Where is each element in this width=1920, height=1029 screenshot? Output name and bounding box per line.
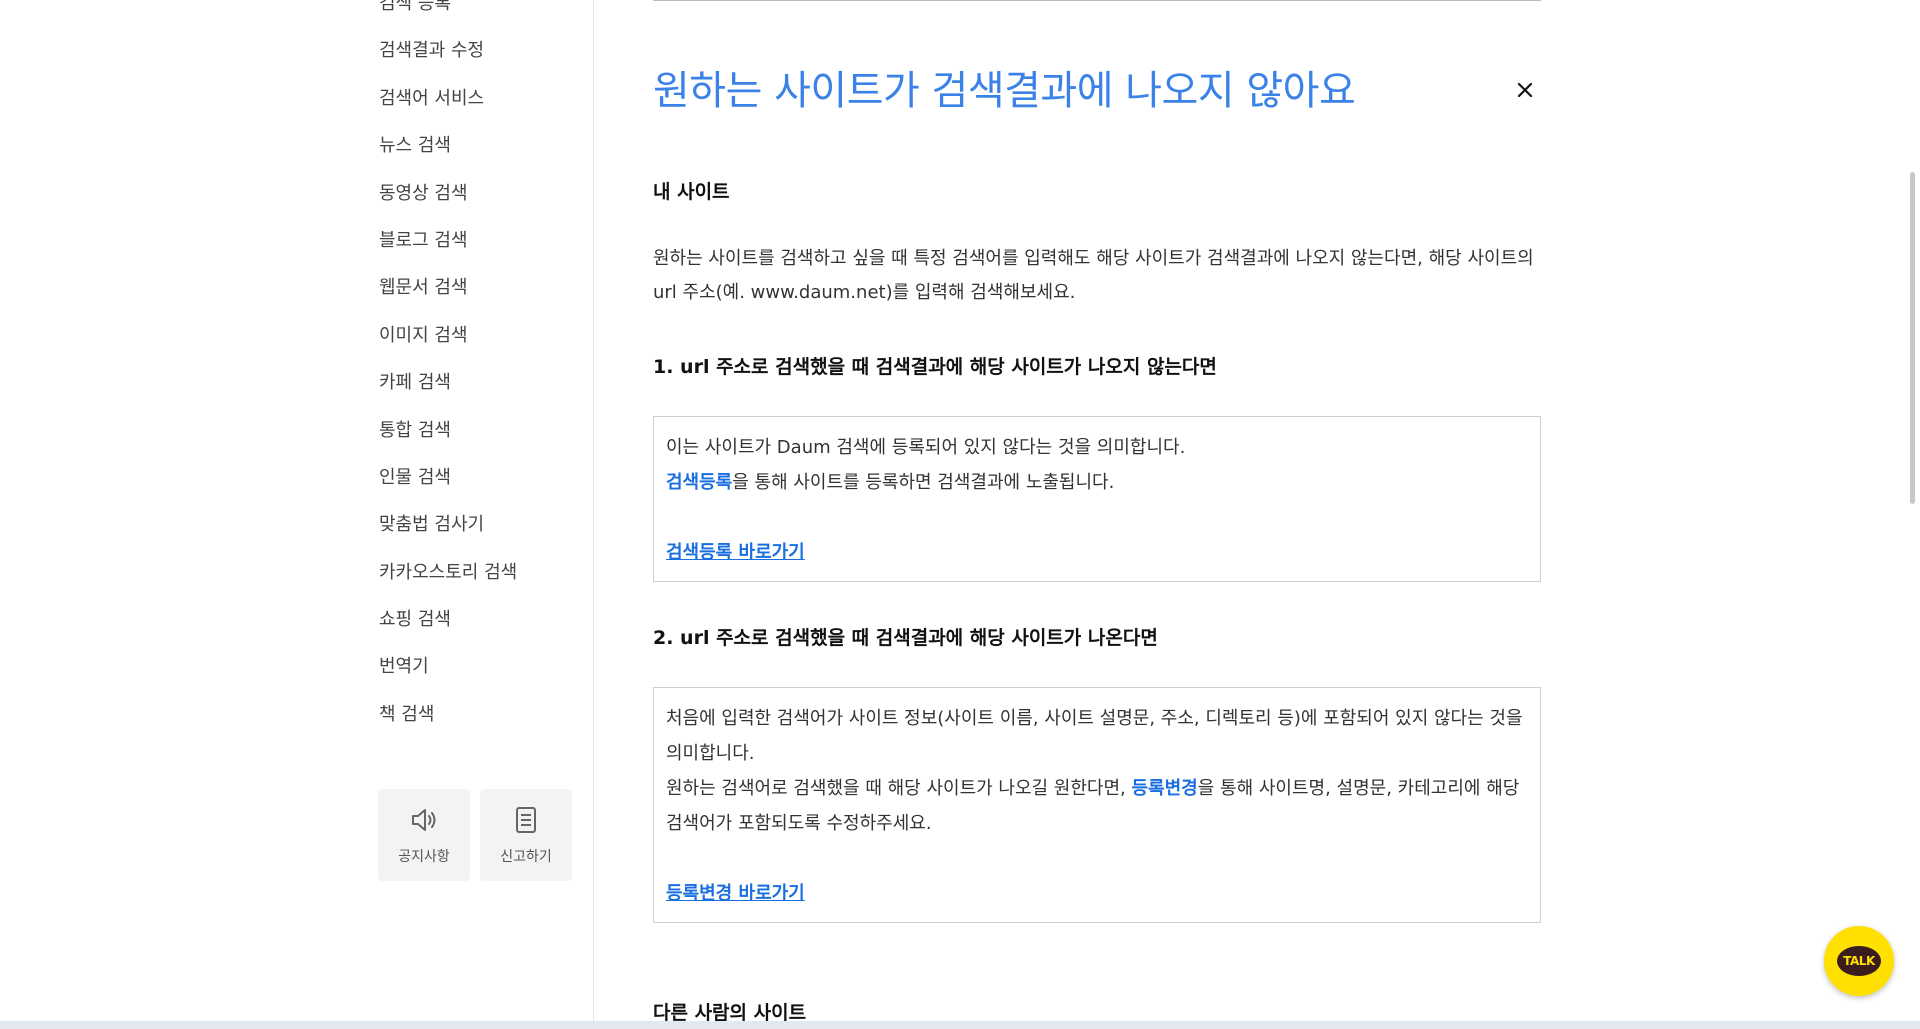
case2-heading: 2. url 주소로 검색했을 때 검색결과에 해당 사이트가 나온다면 [653,627,1158,649]
notice-label: 공지사항 [398,849,450,865]
scrollbar-thumb[interactable] [1910,172,1915,504]
sidebar-item-webdoc-search[interactable]: 웹문서 검색 [379,264,517,311]
talk-label: TALK [1843,954,1875,968]
registration-change-inline-link[interactable]: 등록변경 [1132,778,1198,799]
page-title: 원하는 사이트가 검색결과에 나오지 않아요 [653,68,1356,114]
sidebar-item-shopping-search[interactable]: 쇼핑 검색 [379,596,517,643]
sidebar-item-search-register[interactable]: 검색 등록 [379,0,517,27]
sidebar-buttons: 공지사항 신고하기 [378,789,572,881]
bottom-bar [0,1021,1920,1029]
sidebar-item-keyword-service[interactable]: 검색어 서비스 [379,75,517,122]
search-register-shortcut-link[interactable]: 검색등록 바로가기 [666,542,805,563]
sidebar-item-news-search[interactable]: 뉴스 검색 [379,122,517,169]
search-register-inline-link[interactable]: 검색등록 [666,472,732,493]
divider [653,0,1541,1]
report-label: 신고하기 [500,849,552,865]
case1-line2-text: 을 통해 사이트를 등록하면 검색결과에 노출됩니다. [732,472,1115,493]
sidebar-item-video-search[interactable]: 동영상 검색 [379,170,517,217]
case2-line1: 처음에 입력한 검색어가 사이트 정보(사이트 이름, 사이트 설명문, 주소,… [666,708,1523,764]
article-panel: 원하는 사이트가 검색결과에 나오지 않아요 내 사이트 원하는 사이트를 검색… [653,0,1541,1024]
intro-paragraph: 원하는 사이트를 검색하고 싶을 때 특정 검색어를 입력해도 해당 사이트가 … [653,248,1534,303]
sidebar-item-blog-search[interactable]: 블로그 검색 [379,217,517,264]
speaker-icon [412,809,436,831]
report-button[interactable]: 신고하기 [480,789,572,881]
sidebar-item-image-search[interactable]: 이미지 검색 [379,312,517,359]
registration-change-shortcut-link[interactable]: 등록변경 바로가기 [666,883,805,904]
talk-chat-button[interactable]: TALK [1824,926,1894,996]
talk-bubble-icon: TALK [1837,946,1881,976]
sidebar-item-kakaostory-search[interactable]: 카카오스토리 검색 [379,549,517,596]
sidebar-item-translator[interactable]: 번역기 [379,643,517,690]
sidebar-item-people-search[interactable]: 인물 검색 [379,454,517,501]
sidebar: 검색 등록 검색결과 수정 검색어 서비스 뉴스 검색 동영상 검색 블로그 검… [0,0,594,1021]
sidebar-item-integrated-search[interactable]: 통합 검색 [379,407,517,454]
notice-button[interactable]: 공지사항 [378,789,470,881]
case1-line1: 이는 사이트가 Daum 검색에 등록되어 있지 않다는 것을 의미합니다. [666,437,1186,458]
case2-line2: 원하는 검색어로 검색했을 때 해당 사이트가 나오길 원한다면, 등록변경을 … [666,771,1528,841]
case2-line2-pre: 원하는 검색어로 검색했을 때 해당 사이트가 나오길 원한다면, [666,778,1132,799]
case1-heading: 1. url 주소로 검색했을 때 검색결과에 해당 사이트가 나오지 않는다면 [653,356,1217,378]
sidebar-item-book-search[interactable]: 책 검색 [379,691,517,738]
case1-box: 이는 사이트가 Daum 검색에 등록되어 있지 않다는 것을 의미합니다. 검… [653,416,1541,582]
close-icon[interactable] [1513,78,1537,102]
case1-line2: 검색등록을 통해 사이트를 등록하면 검색결과에 노출됩니다. [666,465,1528,500]
sidebar-menu: 검색 등록 검색결과 수정 검색어 서비스 뉴스 검색 동영상 검색 블로그 검… [379,0,517,738]
sidebar-item-spell-checker[interactable]: 맞춤법 검사기 [379,501,517,548]
case2-box: 처음에 입력한 검색어가 사이트 정보(사이트 이름, 사이트 설명문, 주소,… [653,687,1541,923]
scrollbar[interactable] [1905,0,1920,1021]
sidebar-item-cafe-search[interactable]: 카페 검색 [379,359,517,406]
sidebar-item-search-result-edit[interactable]: 검색결과 수정 [379,27,517,74]
section-heading-my-site: 내 사이트 [653,181,730,203]
document-icon [516,807,536,833]
